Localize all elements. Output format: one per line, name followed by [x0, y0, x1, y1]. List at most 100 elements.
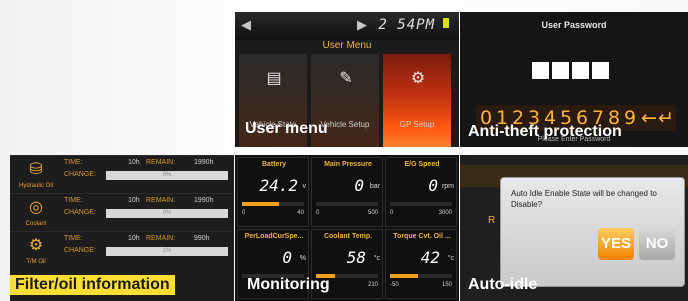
caption-user-menu: User menu — [245, 120, 328, 137]
filter-item-name: Coolant — [25, 221, 47, 227]
gauge-bar — [390, 274, 452, 278]
gauge-value: 42 — [420, 248, 440, 267]
coolant-icon: ◎ — [29, 199, 43, 216]
enter-icon[interactable]: ↵ — [658, 107, 674, 129]
gauge-cell: Battery 24.2 v 0 40 — [237, 157, 309, 227]
signal-icon — [443, 18, 449, 28]
gauge-title: Battery — [261, 161, 287, 168]
change-bar: 0% — [106, 171, 228, 180]
remain-value: 1990h — [194, 159, 214, 166]
gauge-value: 24.2 — [259, 176, 298, 195]
time-label: TIME: — [64, 235, 83, 242]
gauge-title: E/G Speed — [404, 161, 440, 168]
gauge-unit: °c — [373, 255, 380, 262]
gauge-max: 500 — [367, 210, 378, 216]
arrow-left-icon[interactable]: ◀ — [241, 17, 251, 33]
clock: 2 54PM — [378, 17, 435, 33]
remain-value: 1990h — [194, 197, 214, 204]
no-button[interactable]: NO — [639, 228, 675, 260]
filter-item-name: Hydraulic Oil — [18, 183, 53, 189]
password-slot — [532, 62, 549, 79]
edit-icon: ✎ — [339, 70, 353, 87]
change-label: CHANGE: — [64, 171, 96, 178]
digit-key[interactable]: 9 — [624, 107, 636, 129]
tm-oil-icon: ⚙ — [28, 237, 44, 254]
gauge-min: 0 — [316, 210, 320, 216]
gauge-unit: rpm — [441, 183, 454, 190]
gauge-unit: % — [299, 255, 306, 262]
backspace-icon[interactable]: ← — [641, 107, 657, 129]
password-header: User Password — [541, 20, 607, 30]
caption-monitoring: Monitoring — [247, 276, 330, 293]
gauge-cell: Main Pressure 0 bar 0 500 — [311, 157, 383, 227]
gauge-title: Main Pressure — [324, 161, 372, 168]
background-text: R — [488, 215, 496, 226]
filter-oil-panel: ⛁ Hydraulic Oil TIME: 10h REMAIN: 1990h … — [10, 155, 234, 301]
gauge-bar — [390, 202, 452, 206]
gauge-title: Torque Cvt. Oil ... — [393, 233, 451, 240]
gauge-fill — [390, 274, 418, 278]
user-menu-panel: ◀ ▶ 2 54PM User Menu ▤ Vehicle State ✎ V… — [235, 12, 459, 147]
confirm-dialog: Auto Idle Enable State will be changed t… — [500, 177, 685, 287]
time-value: 10h — [128, 235, 140, 242]
gauge-value: 0 — [282, 248, 292, 267]
password-slot — [592, 62, 609, 79]
hydraulic-oil-icon: ⛁ — [29, 161, 43, 178]
gauge-unit: v — [302, 183, 307, 190]
arrow-right-icon[interactable]: ▶ — [357, 17, 367, 33]
gauge-unit: °c — [447, 255, 454, 262]
filter-row: ⛁ Hydraulic Oil TIME: 10h REMAIN: 1990h … — [10, 155, 234, 194]
gauge-bar — [316, 202, 378, 206]
remain-value: 990h — [194, 235, 210, 242]
change-percent: 0% — [162, 210, 172, 216]
anti-theft-panel: User Password 0 1 2 3 4 5 6 7 8 9 ← ↵ Pl… — [460, 12, 688, 147]
gauge-max: 150 — [441, 282, 452, 288]
dialog-message: Auto Idle Enable State will be changed t… — [511, 189, 657, 209]
gauge-title: Coolant Temp. — [323, 233, 373, 240]
filter-item-name: T/M Oil — [26, 259, 46, 265]
gp-setup-tile[interactable]: ⚙ GP Setup — [383, 54, 451, 147]
change-bar: 1% — [106, 247, 228, 256]
time-label: TIME: — [64, 197, 83, 204]
gauge-max: 40 — [297, 210, 304, 216]
tile-label: GP Setup — [399, 120, 435, 129]
filter-row: ◎ Coolant TIME: 10h REMAIN: 1990h CHANGE… — [10, 193, 234, 232]
time-value: 10h — [128, 159, 140, 166]
gauge-title: PerLoadCurSpe... — [244, 233, 304, 240]
monitoring-panel: Battery 24.2 v 0 40 Main Pressure 0 bar … — [235, 155, 459, 301]
gauge-value: 0 — [428, 176, 438, 195]
gauge-value: 0 — [354, 176, 364, 195]
auto-idle-panel: R Auto Idle Enable State will be changed… — [460, 155, 688, 301]
remain-label: REMAIN: — [146, 197, 176, 204]
filter-item: ⚙ T/M Oil — [14, 234, 58, 268]
change-percent: 1% — [162, 248, 172, 254]
password-slot — [572, 62, 589, 79]
gauge-min: 0 — [242, 210, 246, 216]
remain-label: REMAIN: — [146, 235, 176, 242]
gauge-min: 0 — [390, 210, 394, 216]
gear-icon: ⚙ — [410, 70, 426, 87]
change-bar: 0% — [106, 209, 228, 218]
document-icon: ▤ — [266, 70, 282, 87]
remain-label: REMAIN: — [146, 159, 176, 166]
status-bar: ◀ ▶ 2 54PM — [235, 12, 459, 40]
change-label: CHANGE: — [64, 247, 96, 254]
filter-item: ⛁ Hydraulic Oil — [14, 158, 58, 192]
gauge-bar — [242, 202, 304, 206]
gauge-max: 3000 — [438, 210, 452, 216]
gauge-unit: bar — [369, 183, 380, 190]
change-percent: 0% — [162, 172, 172, 178]
filter-row: ⚙ T/M Oil TIME: 10h REMAIN: 990h CHANGE:… — [10, 231, 234, 270]
time-label: TIME: — [64, 159, 83, 166]
gauge-min: -50 — [390, 282, 399, 288]
caption-anti-theft: Anti-theft protection — [468, 123, 622, 140]
gauge-max: 210 — [367, 282, 378, 288]
time-value: 10h — [128, 197, 140, 204]
yes-button[interactable]: YES — [598, 228, 634, 260]
menu-title: User Menu — [322, 40, 372, 51]
caption-filter: Filter/oil information — [10, 275, 175, 295]
change-label: CHANGE: — [64, 209, 96, 216]
caption-auto-idle: Auto-idle — [468, 276, 538, 293]
gauge-fill — [242, 202, 280, 206]
filter-item: ◎ Coolant — [14, 196, 58, 230]
